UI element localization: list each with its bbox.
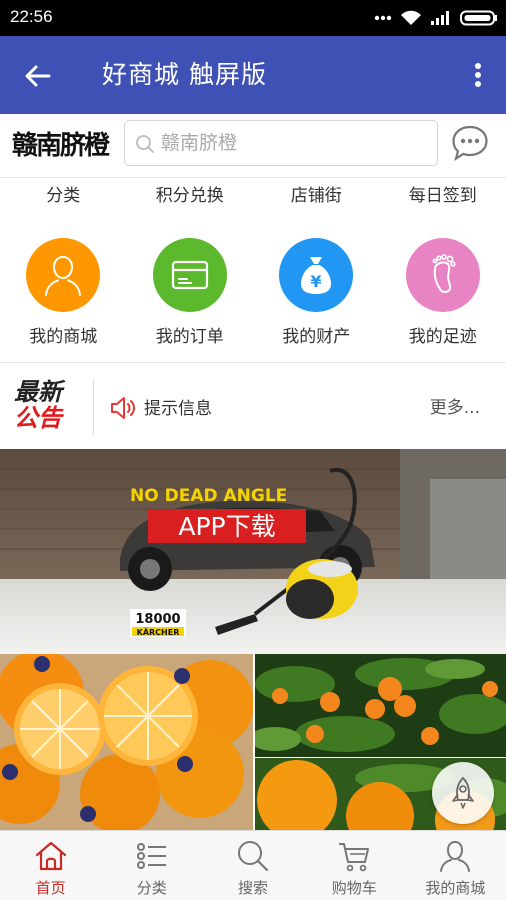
user-icon — [26, 238, 101, 312]
quick-action-label: 我的商城 — [29, 327, 98, 347]
cell-signal-icon — [431, 11, 449, 25]
tab-label: 首页 — [35, 879, 66, 897]
announcement-text[interactable]: 提示信息 — [144, 394, 212, 419]
search-input[interactable] — [161, 128, 431, 158]
announcement-logo-line2: 公告 — [14, 404, 62, 432]
product-tile-orange-tree[interactable] — [255, 654, 506, 757]
announcement-logo: 最新 公告 — [14, 379, 78, 433]
menu-dot-icon — [475, 81, 481, 87]
promo-banner[interactable]: NO DEAD ANGLE APP下载 18000 KÄRCHER — [0, 449, 506, 654]
app-bar: 好商城 触屏版 — [0, 36, 506, 114]
tab-my-mall[interactable]: 我的商城 — [405, 831, 506, 900]
quick-action-my-mall[interactable]: 我的商城 — [0, 226, 127, 358]
nav-link-category[interactable]: 分类 — [0, 178, 127, 216]
search-box[interactable] — [124, 120, 438, 166]
quick-action-label: 我的财产 — [282, 327, 351, 347]
announcement-more-link[interactable]: 更多... — [430, 393, 480, 418]
message-button[interactable] — [450, 124, 490, 162]
oranges-image — [0, 654, 253, 830]
nav-link-points-exchange[interactable]: 积分兑换 — [127, 178, 254, 216]
search-icon — [238, 841, 269, 872]
quick-action-my-assets[interactable]: ¥ 我的财产 — [253, 226, 380, 358]
home-icon — [35, 841, 66, 871]
cart-icon — [339, 843, 370, 872]
quick-action-label: 我的订单 — [155, 327, 224, 347]
banner-cta: APP下载 — [178, 512, 275, 541]
back-to-top-button[interactable] — [432, 762, 494, 824]
banner-image: NO DEAD ANGLE APP下载 18000 KÄRCHER — [0, 449, 506, 654]
quick-actions: 我的商城 我的订单 ¥ 我的财产 我的足迹 — [0, 226, 506, 358]
battery-icon — [460, 10, 497, 26]
status-icons — [374, 9, 498, 27]
tab-label: 搜索 — [238, 879, 269, 897]
speaker-icon — [111, 397, 135, 419]
banner-brand: KÄRCHER — [137, 627, 180, 637]
footprint-icon — [405, 238, 480, 312]
list-icon — [136, 843, 166, 869]
product-tiles — [0, 654, 506, 830]
back-button[interactable] — [18, 58, 58, 94]
product-tile-oranges[interactable] — [0, 654, 253, 830]
tab-label: 我的商城 — [425, 879, 486, 897]
nav-link-shop-street[interactable]: 店铺街 — [253, 178, 380, 216]
tab-label: 分类 — [136, 879, 167, 897]
quick-action-label: 我的足迹 — [408, 327, 477, 347]
search-header: 赣南脐橙 — [0, 114, 506, 178]
announcement-bar: 最新 公告 提示信息 更多... — [0, 362, 506, 448]
bottom-tab-bar: 首页 分类 搜索 购物车 我的商城 — [0, 830, 506, 900]
user-icon — [440, 840, 471, 872]
search-icon — [136, 135, 154, 153]
status-time: 22:56 — [10, 7, 53, 26]
announcement-logo-line1: 最新 — [14, 378, 62, 406]
divider — [93, 379, 94, 435]
rocket-icon — [452, 776, 474, 809]
back-arrow-icon — [25, 65, 51, 87]
overflow-menu-button[interactable] — [468, 60, 488, 90]
card-icon — [152, 238, 227, 312]
status-bar: 22:56 — [0, 0, 506, 36]
tab-cart[interactable]: 购物车 — [304, 831, 405, 900]
wifi-icon — [401, 10, 421, 25]
svg-text:¥: ¥ — [311, 272, 322, 291]
banner-headline: NO DEAD ANGLE — [130, 486, 287, 506]
app-title: 好商城 触屏版 — [102, 60, 267, 89]
signal-dots-icon — [374, 15, 392, 21]
nav-links: 分类 积分兑换 店铺街 每日签到 — [0, 178, 506, 216]
menu-dot-icon — [475, 72, 481, 78]
tab-category[interactable]: 分类 — [101, 831, 202, 900]
tab-home[interactable]: 首页 — [0, 831, 101, 900]
tab-label: 购物车 — [331, 879, 377, 897]
tab-search[interactable]: 搜索 — [202, 831, 303, 900]
brand-logo[interactable]: 赣南脐橙 — [12, 123, 110, 169]
quick-action-my-orders[interactable]: 我的订单 — [127, 226, 254, 358]
nav-link-daily-checkin[interactable]: 每日签到 — [380, 178, 506, 216]
money-bag-icon: ¥ — [279, 238, 354, 312]
banner-model-number: 18000 — [135, 612, 180, 627]
quick-action-my-footprints[interactable]: 我的足迹 — [380, 226, 506, 358]
chat-bubble-icon — [452, 125, 488, 161]
menu-dot-icon — [475, 63, 481, 69]
orange-tree-image — [255, 654, 506, 757]
